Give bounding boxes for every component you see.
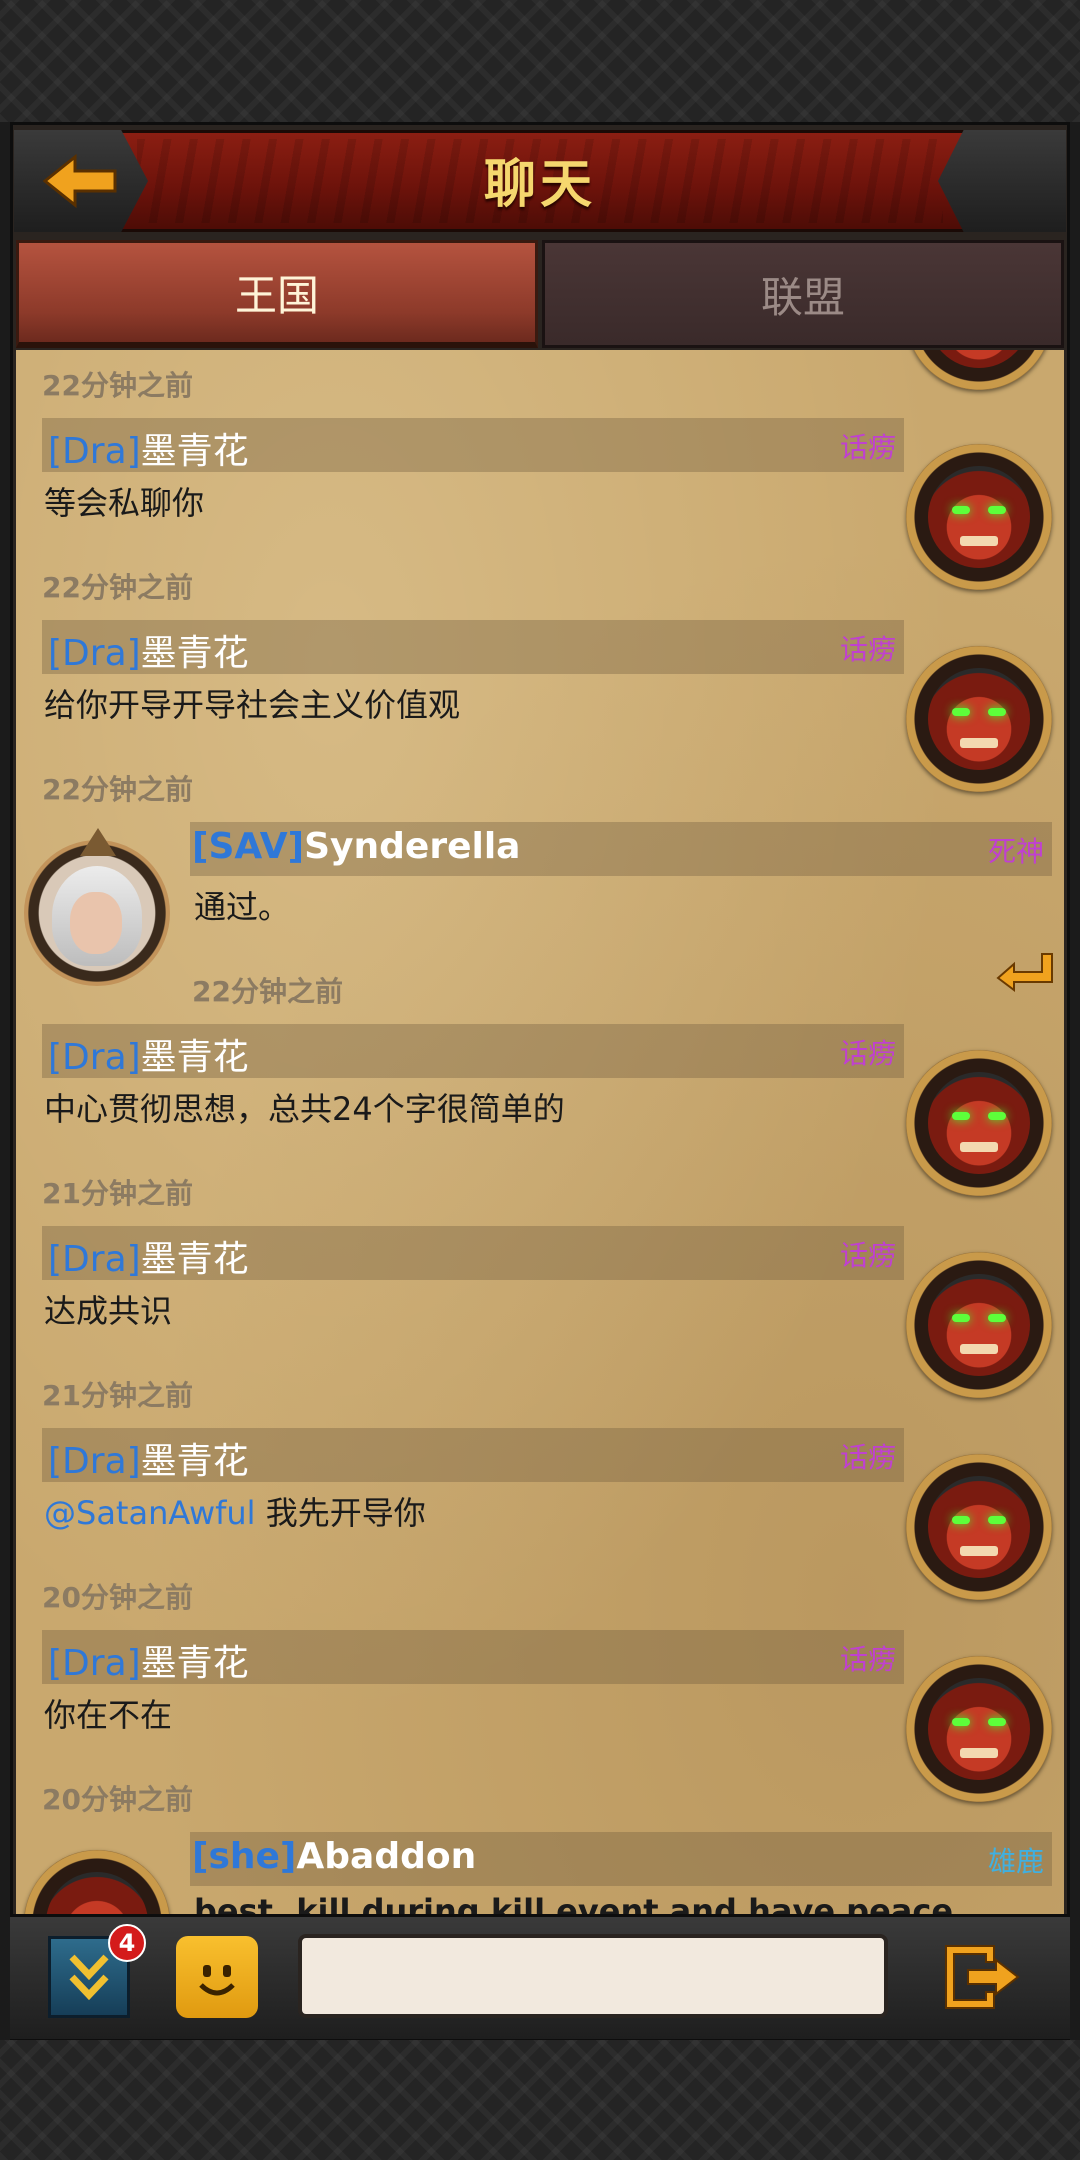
alliance-tag: [SAV] (192, 826, 305, 867)
player-rank: 话痨 (839, 1239, 896, 1272)
tab-alliance[interactable]: 联盟 (542, 240, 1064, 348)
message-text: 达成共识 (44, 1292, 173, 1330)
player-name: Abaddon (296, 1836, 477, 1877)
double-chevron-down-icon (69, 1954, 109, 2001)
player-name: 墨青花 (140, 1441, 249, 1482)
alliance-tag: [she] (192, 1836, 297, 1877)
player-rank: 话痨 (839, 431, 896, 464)
avatar[interactable] (24, 840, 170, 986)
message-timestamp: 22分钟之前 (192, 975, 343, 1008)
message-timestamp: 21分钟之前 (42, 1177, 193, 1210)
player-rank: 话痨 (839, 1441, 896, 1474)
tab-kingdom[interactable]: 王国 (16, 240, 538, 348)
message-text: @SatanAwful 我先开导你 (44, 1488, 426, 1534)
emoji-button[interactable] (176, 1936, 258, 2018)
message-sender[interactable]: [Dra]墨青花 (48, 1432, 249, 1484)
alliance-tag: [Dra] (48, 633, 141, 674)
player-name: 墨青花 (140, 1643, 249, 1684)
avatar[interactable] (906, 1050, 1052, 1196)
avatar[interactable] (906, 1656, 1052, 1802)
player-name: 墨青花 (140, 1239, 249, 1280)
bottom-frame (0, 2040, 1080, 2160)
message-body: 我先开导你 (265, 1494, 426, 1532)
player-name: 墨青花 (140, 431, 249, 472)
message-timestamp: 22分钟之前 (42, 571, 193, 604)
message-sender[interactable]: [Dra]墨青花 (48, 1230, 249, 1282)
message-text: 给你开导开导社会主义价值观 (44, 686, 461, 724)
crown-icon (80, 828, 116, 856)
avatar[interactable] (906, 646, 1052, 792)
avatar[interactable] (24, 1850, 170, 1914)
message-text: 中心贯彻思想，总共24个字很简单的 (44, 1090, 565, 1128)
avatar[interactable] (906, 1454, 1052, 1600)
message-text: 你在不在 (44, 1696, 173, 1734)
alliance-tag: [Dra] (48, 1239, 141, 1280)
reply-button[interactable] (990, 942, 1060, 998)
player-rank: 话痨 (839, 1037, 896, 1070)
message-timestamp: 22分钟之前 (42, 369, 193, 402)
top-frame (0, 0, 1080, 122)
message-text: 通过。 (194, 888, 291, 926)
player-rank: 话痨 (839, 1643, 896, 1676)
avatar[interactable] (906, 350, 1052, 390)
message-sender[interactable]: [Dra]墨青花 (48, 1634, 249, 1686)
message-timestamp: 20分钟之前 (42, 1783, 193, 1816)
chat-input[interactable] (298, 1934, 888, 2018)
avatar[interactable] (906, 444, 1052, 590)
player-rank: 死神 (987, 835, 1044, 868)
player-name: 墨青花 (140, 1037, 249, 1078)
alliance-tag: [Dra] (48, 431, 141, 472)
message-sender[interactable]: [Dra]墨青花 (48, 1028, 249, 1080)
player-rank: 话痨 (839, 633, 896, 666)
message-timestamp: 21分钟之前 (42, 1379, 193, 1412)
player-name: Synderella (304, 826, 521, 867)
avatar[interactable] (906, 1252, 1052, 1398)
message-text: best. kill during kill event and have pe… (194, 1892, 954, 1914)
message-sender[interactable]: [Dra]墨青花 (48, 624, 249, 676)
smiley-icon (199, 1965, 235, 1996)
send-button[interactable] (938, 1936, 1024, 2018)
notification-badge: 4 (108, 1924, 146, 1962)
message-sender[interactable]: [SAV]Synderella (192, 826, 520, 867)
chat-list[interactable]: 22分钟之前 [Dra]墨青花 话痨 等会私聊你 22分钟之前 [Dra]墨青花… (16, 350, 1064, 1914)
alliance-tag: [Dra] (48, 1441, 141, 1482)
player-rank: 雄鹿 (987, 1845, 1044, 1878)
reply-arrow-icon (996, 953, 1053, 992)
page-title: 聊天 (483, 155, 596, 215)
message-timestamp: 20分钟之前 (42, 1581, 193, 1614)
message-sender[interactable]: [she]Abaddon (192, 1836, 476, 1877)
send-icon (945, 1945, 1020, 2009)
alliance-tag: [Dra] (48, 1037, 141, 1078)
message-timestamp: 22分钟之前 (42, 773, 193, 806)
message-text: 等会私聊你 (44, 484, 205, 522)
player-name: 墨青花 (140, 633, 249, 674)
alliance-tag: [Dra] (48, 1643, 141, 1684)
mention-link[interactable]: @SatanAwful (44, 1494, 256, 1532)
message-sender[interactable]: [Dra]墨青花 (48, 422, 249, 474)
